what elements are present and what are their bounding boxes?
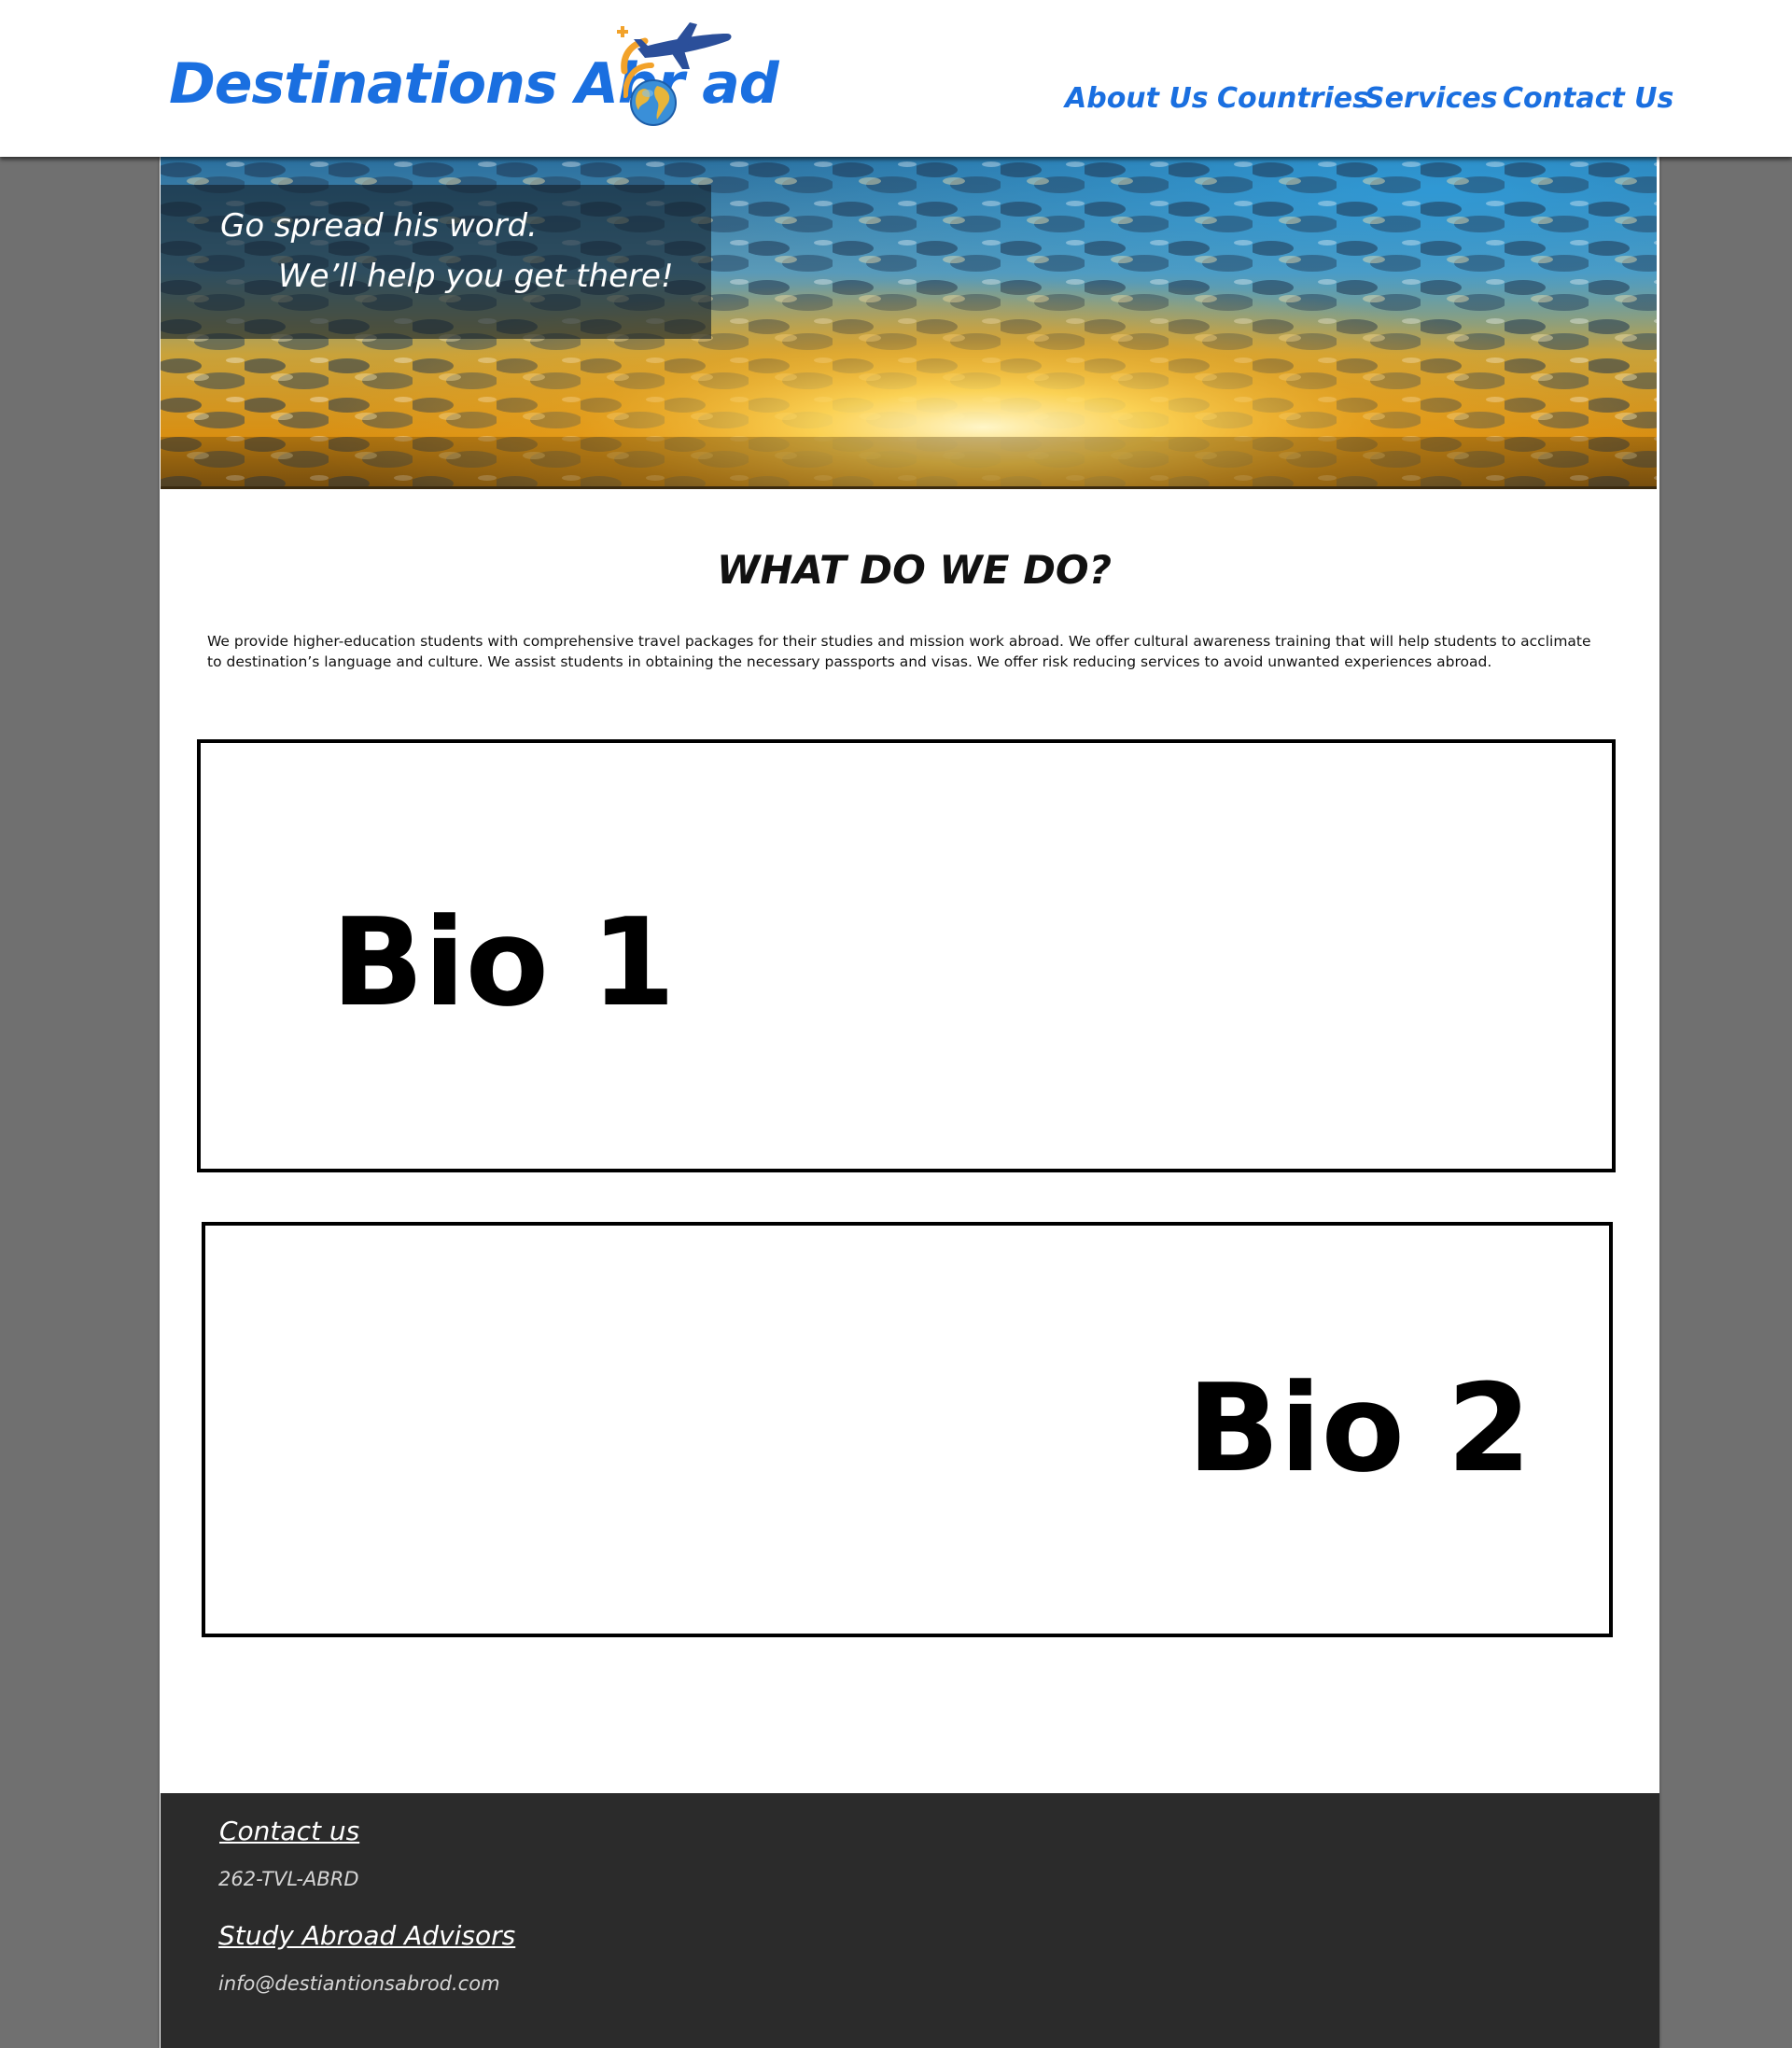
nav-about-us[interactable]: About Us [1065,82,1209,115]
main-nav: About Us Countries Services Contact Us [0,82,1792,123]
bio-2-label: Bio 2 [1187,1357,1532,1499]
bio-1-label: Bio 1 [331,891,676,1033]
bio-card-2: Bio 2 [202,1222,1613,1637]
nav-services[interactable]: Services [1365,82,1498,115]
site-header: Destinations Abr ad About Us Countries S… [0,0,1792,157]
footer-email[interactable]: info@destiantionsabrod.com [218,1972,500,1995]
bio-card-1: Bio 1 [197,739,1616,1172]
site-footer: Contact us 262-TVL-ABRD Study Abroad Adv… [161,1793,1659,2048]
footer-contact-link[interactable]: Contact us [219,1816,359,1846]
hero-banner: Go spread his word. We’ll help you get t… [161,157,1657,489]
section-title: WHAT DO WE DO? [717,547,1112,593]
hero-tagline-line1: Go spread his word. [220,207,538,245]
footer-phone: 262-TVL-ABRD [218,1868,359,1890]
page-content: Go spread his word. We’ll help you get t… [160,157,1659,2048]
nav-contact-us[interactable]: Contact Us [1503,82,1673,115]
hero-tagline-line2: We’ll help you get there! [278,258,674,295]
intro-paragraph: We provide higher-education students wit… [207,633,1591,670]
nav-countries[interactable]: Countries [1217,82,1369,115]
footer-advisors-link[interactable]: Study Abroad Advisors [218,1920,515,1951]
